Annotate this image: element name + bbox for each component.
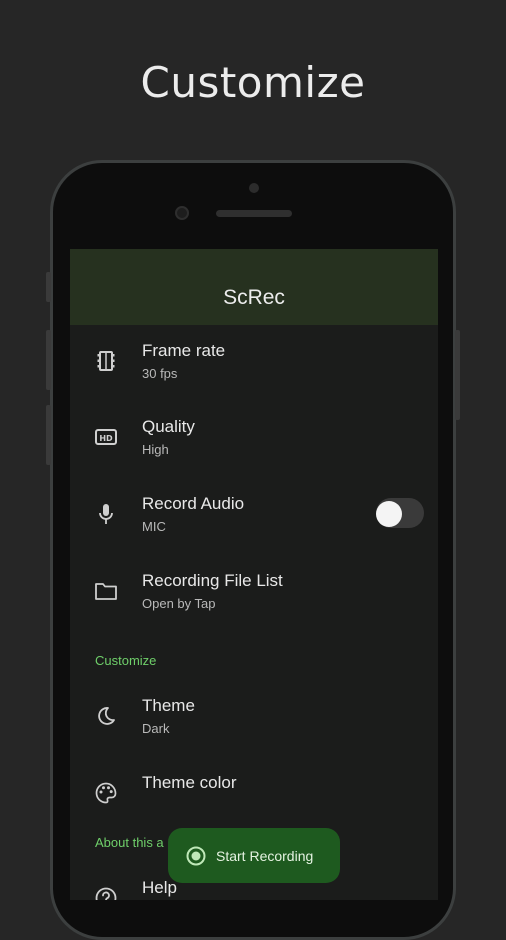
setting-value: High — [142, 442, 169, 457]
app-title: ScRec — [223, 286, 285, 309]
setting-title: Frame rate — [142, 341, 226, 360]
phone-side-button — [46, 272, 51, 302]
record-audio-toggle[interactable] — [374, 498, 424, 528]
setting-title: Recording File List — [142, 571, 283, 590]
setting-title: Theme color — [142, 773, 237, 792]
setting-theme[interactable]: Theme Dark — [70, 696, 438, 756]
phone-side-button — [455, 330, 460, 420]
phone-speaker — [216, 210, 292, 217]
app-bar: ScRec — [70, 249, 438, 325]
phone-sensor — [249, 183, 259, 193]
phone-side-button — [46, 330, 51, 390]
section-header-about: About this a — [95, 835, 164, 850]
app-screen: ScRec Frame rate 30 fps HD Quality High … — [70, 249, 438, 900]
folder-icon — [94, 579, 118, 603]
setting-frame-rate[interactable]: Frame rate 30 fps — [70, 341, 438, 401]
setting-title: Quality — [142, 417, 195, 436]
setting-title: Record Audio — [142, 494, 245, 513]
front-camera — [175, 206, 189, 220]
svg-text:HD: HD — [99, 434, 113, 443]
moon-icon — [94, 704, 118, 728]
section-header-customize: Customize — [95, 653, 157, 668]
setting-title: Help — [142, 878, 177, 897]
palette-icon — [94, 781, 118, 805]
setting-value: MIC — [142, 519, 166, 534]
setting-recording-file-list[interactable]: Recording File List Open by Tap — [70, 571, 438, 631]
promo-headline: Customize — [140, 58, 366, 107]
setting-quality[interactable]: HD Quality High — [70, 417, 438, 477]
phone-side-button — [46, 405, 51, 465]
start-recording-button[interactable]: Start Recording — [168, 828, 340, 883]
record-icon — [186, 846, 206, 866]
setting-value: 30 fps — [142, 366, 178, 381]
setting-record-audio[interactable]: Record Audio MIC — [70, 494, 438, 554]
film-strip-icon — [94, 349, 118, 373]
microphone-icon — [94, 502, 118, 526]
setting-title: Theme — [142, 696, 195, 715]
setting-value: Open by Tap — [142, 596, 216, 611]
start-recording-label: Start Recording — [216, 847, 314, 864]
help-icon — [94, 886, 118, 900]
hd-icon: HD — [94, 425, 118, 449]
toggle-thumb — [376, 501, 402, 527]
setting-theme-color[interactable]: Theme color — [70, 773, 438, 833]
setting-value: Dark — [142, 721, 170, 736]
